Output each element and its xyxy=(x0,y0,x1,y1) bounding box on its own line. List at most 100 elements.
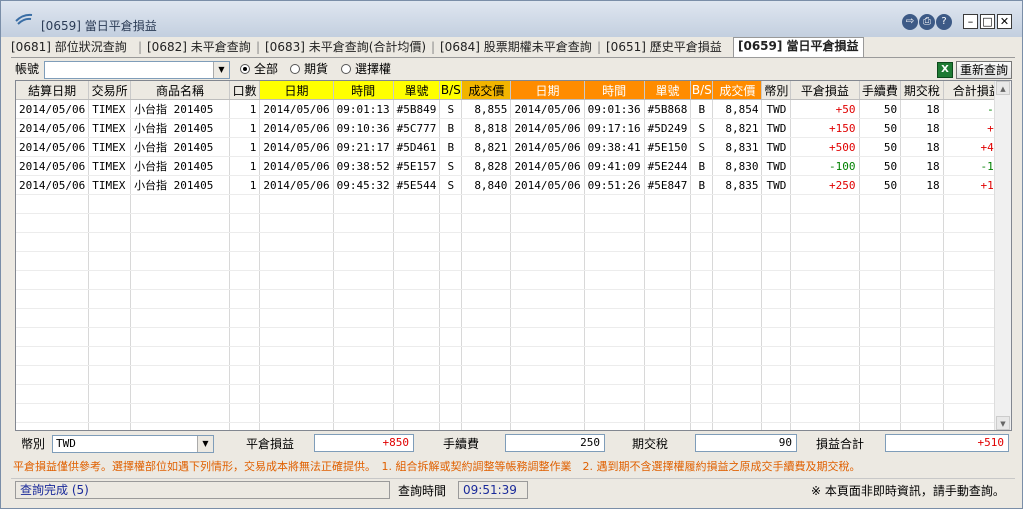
col-settle-date[interactable]: 結算日期 xyxy=(16,81,90,100)
main-panel: 帳號 ▼ 全部 期貨 選擇權 X 重新查詢 結算日期 交易所 商品名稱 口數 日… xyxy=(11,57,1015,506)
table-cell: #5E157 xyxy=(393,156,441,176)
col-qty[interactable]: 口數 xyxy=(229,81,261,100)
pnl-grid[interactable]: 結算日期 交易所 商品名稱 口數 日期 時間 單號 B/S 成交價 日期 時間 … xyxy=(15,80,1012,431)
scroll-down-icon[interactable]: ▼ xyxy=(996,416,1010,430)
table-cell: 50 xyxy=(859,118,902,138)
empty-row xyxy=(16,251,1011,271)
table-cell: B xyxy=(439,137,463,157)
total-label: 損益合計 xyxy=(816,437,865,451)
currency-select[interactable]: TWD ▼ xyxy=(52,435,214,453)
col-open-date[interactable]: 日期 xyxy=(259,81,334,100)
table-cell: 2014/05/06 xyxy=(510,175,585,195)
table-row[interactable]: 2014/05/06 TIMEX 小台指 201405 1 2014/05/06 09:0… xyxy=(16,99,1011,119)
tab-0683[interactable]: [0683] 未平倉查詢(合計均價) xyxy=(265,39,426,56)
table-cell: 09:21:17 xyxy=(333,137,394,157)
col-close-order[interactable]: 單號 xyxy=(644,81,692,100)
pnl-table: 結算日期 交易所 商品名稱 口數 日期 時間 單號 B/S 成交價 日期 時間 … xyxy=(16,81,1011,430)
col-open-time[interactable]: 時間 xyxy=(333,81,394,100)
table-cell: TIMEX xyxy=(88,99,132,119)
currency-value: TWD xyxy=(56,437,76,450)
col-close-time[interactable]: 時間 xyxy=(584,81,645,100)
table-cell: 09:45:32 xyxy=(333,175,394,195)
radio-options-label[interactable]: 選擇權 xyxy=(355,60,391,78)
table-cell: #5D461 xyxy=(393,137,441,157)
table-row[interactable]: 2014/05/06 TIMEX 小台指 201405 1 2014/05/06 09:1… xyxy=(16,118,1011,138)
col-close-price[interactable]: 成交價 xyxy=(712,81,763,100)
table-cell: 09:38:52 xyxy=(333,156,394,176)
col-close-bs[interactable]: B/S xyxy=(690,81,714,100)
table-cell: #5C777 xyxy=(393,118,441,138)
table-cell: 8,821 xyxy=(712,118,763,138)
table-cell: 18 xyxy=(900,99,944,119)
table-row[interactable]: 2014/05/06 TIMEX 小台指 201405 1 2014/05/06 09:3… xyxy=(16,156,1011,176)
chevron-down-icon[interactable]: ▼ xyxy=(197,436,213,452)
table-cell: 2014/05/06 xyxy=(259,137,334,157)
radio-all-label[interactable]: 全部 xyxy=(254,60,278,78)
tab-0659[interactable]: [0659] 當日平倉損益 xyxy=(733,37,864,57)
table-row[interactable]: 2014/05/06 TIMEX 小台指 201405 1 2014/05/06 09:2… xyxy=(16,137,1011,157)
tab-0684[interactable]: [0684] 股票期權未平倉查詢 xyxy=(440,39,592,56)
tab-0651[interactable]: [0651] 歷史平倉損益 xyxy=(606,39,722,56)
vertical-scrollbar[interactable]: ▲ ▼ xyxy=(994,81,1011,430)
minimize-button[interactable]: – xyxy=(963,14,978,29)
status-bar: 查詢完成 (5) 查詢時間 09:51:39 ※ 本頁面非即時資訊，請手動查詢。 xyxy=(11,478,1015,501)
table-cell: 2014/05/06 xyxy=(259,118,334,138)
table-cell: 18 xyxy=(900,175,944,195)
col-tax[interactable]: 期交稅 xyxy=(900,81,944,100)
table-cell: 2014/05/06 xyxy=(510,137,585,157)
tab-0682[interactable]: [0682] 未平倉查詢 xyxy=(147,39,251,56)
close-button[interactable]: ✕ xyxy=(997,14,1012,29)
table-row[interactable]: 2014/05/06 TIMEX 小台指 201405 1 2014/05/06 09:4… xyxy=(16,175,1011,195)
table-cell: S xyxy=(439,99,463,119)
empty-row xyxy=(16,384,1011,404)
print-icon[interactable]: ⎙ xyxy=(919,14,935,30)
maximize-button[interactable]: □ xyxy=(980,14,995,29)
empty-row xyxy=(16,327,1011,347)
table-cell: #5E150 xyxy=(644,137,692,157)
table-cell: 1 xyxy=(229,99,261,119)
table-cell: +250 xyxy=(790,175,860,195)
disclaimer-note: 平倉損益僅供參考。選擇權部位如遇下列情形，交易成本將無法正確提供。 1. 組合拆… xyxy=(13,460,861,473)
table-cell: 2014/05/06 xyxy=(259,99,334,119)
empty-row xyxy=(16,289,1011,309)
table-cell: 09:17:16 xyxy=(584,118,645,138)
table-cell: 18 xyxy=(900,137,944,157)
tax-label: 期交稅 xyxy=(632,437,669,451)
col-product[interactable]: 商品名稱 xyxy=(130,81,230,100)
scroll-up-icon[interactable]: ▲ xyxy=(996,81,1010,95)
table-cell: 8,821 xyxy=(461,137,512,157)
export-icon[interactable]: ⇨ xyxy=(902,14,918,30)
table-cell: B xyxy=(690,99,714,119)
table-cell: 2014/05/06 xyxy=(16,156,90,176)
col-open-price[interactable]: 成交價 xyxy=(461,81,512,100)
account-select[interactable]: ▼ xyxy=(44,61,230,79)
tax-total-field: 90 xyxy=(695,434,797,452)
table-cell: #5B849 xyxy=(393,99,441,119)
tab-0681[interactable]: [0681] 部位狀況查詢 xyxy=(11,39,127,56)
col-currency[interactable]: 幣別 xyxy=(761,81,792,100)
help-icon[interactable]: ? xyxy=(936,14,952,30)
empty-row xyxy=(16,213,1011,233)
empty-row xyxy=(16,194,1011,214)
table-cell: TIMEX xyxy=(88,137,132,157)
radio-options[interactable] xyxy=(341,64,351,74)
col-pnl[interactable]: 平倉損益 xyxy=(790,81,860,100)
table-cell: 8,830 xyxy=(712,156,763,176)
col-close-date[interactable]: 日期 xyxy=(510,81,585,100)
table-cell: 09:01:13 xyxy=(333,99,394,119)
radio-all[interactable] xyxy=(240,64,250,74)
col-fee[interactable]: 手續費 xyxy=(859,81,902,100)
col-open-order[interactable]: 單號 xyxy=(393,81,441,100)
account-label: 帳號 xyxy=(15,62,40,76)
requery-button[interactable]: 重新查詢 xyxy=(956,61,1012,79)
excel-icon[interactable]: X xyxy=(937,62,953,78)
col-open-bs[interactable]: B/S xyxy=(439,81,463,100)
empty-row xyxy=(16,232,1011,252)
radio-futures-label[interactable]: 期貨 xyxy=(304,60,328,78)
table-cell: TIMEX xyxy=(88,156,132,176)
col-exchange[interactable]: 交易所 xyxy=(88,81,132,100)
radio-futures[interactable] xyxy=(290,64,300,74)
table-cell: B xyxy=(690,156,714,176)
chevron-down-icon[interactable]: ▼ xyxy=(213,62,229,78)
empty-row xyxy=(16,346,1011,366)
